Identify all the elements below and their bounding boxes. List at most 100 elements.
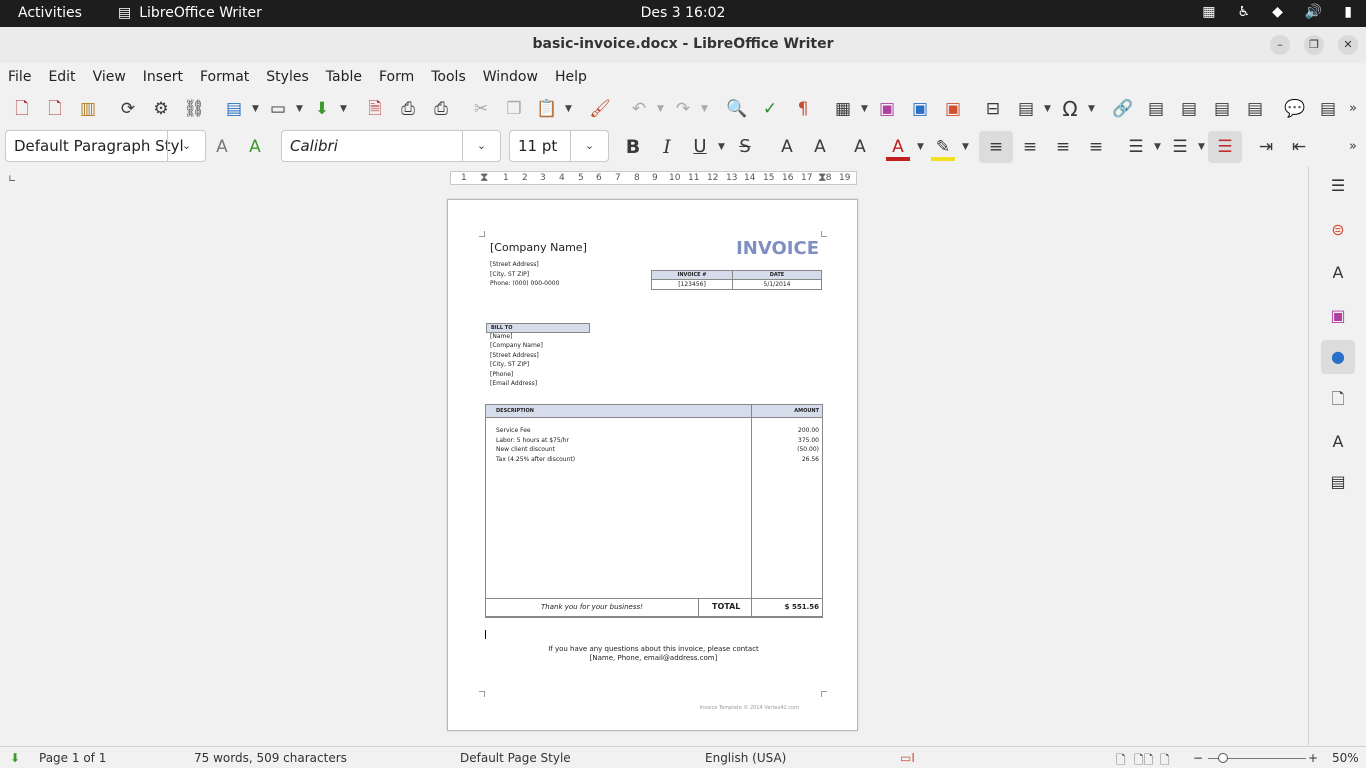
menu-tools[interactable]: Tools — [431, 63, 466, 90]
chevron-down-icon[interactable]: ⌄ — [167, 131, 205, 161]
clock[interactable]: Des 3 16:02 — [0, 5, 1366, 21]
document-page[interactable]: [Company Name] INVOICE [Street Address] … — [447, 199, 858, 731]
insert-textbox-icon[interactable]: ▣ — [941, 98, 965, 120]
bookmark-icon[interactable]: ▤ — [1210, 98, 1234, 120]
comment-icon[interactable]: 💬 — [1283, 98, 1307, 120]
unordered-list-dropdown-icon[interactable]: ▼ — [1154, 136, 1162, 158]
paragraph-style-combo[interactable]: Default Paragraph Styl ⌄ — [5, 130, 206, 162]
bold-icon[interactable]: B — [621, 136, 645, 158]
page-break-icon[interactable]: ⊟ — [981, 98, 1005, 120]
formatting-marks-icon[interactable]: ¶ — [791, 98, 815, 120]
clipboard-icon[interactable]: ▦ — [1202, 4, 1215, 20]
properties-icon[interactable]: ⊜ — [1327, 219, 1349, 241]
menu-form[interactable]: Form — [379, 63, 414, 90]
copy-icon[interactable]: ❐ — [502, 98, 526, 120]
decrease-indent-icon[interactable]: ⇤ — [1287, 136, 1311, 158]
align-center-icon[interactable]: ≡ — [1018, 136, 1042, 158]
italic-icon[interactable]: I — [655, 136, 679, 158]
menu-help[interactable]: Help — [555, 63, 587, 90]
menu-file[interactable]: File — [8, 63, 31, 90]
language[interactable]: English (USA) — [705, 751, 786, 765]
menu-styles[interactable]: Styles — [266, 63, 308, 90]
zoom-level[interactable]: 50% — [1332, 751, 1359, 765]
zoom-in-icon[interactable]: + — [1308, 751, 1318, 765]
insert-table-icon[interactable]: ▦ — [831, 98, 855, 120]
highlight-dropdown-icon[interactable]: ▼ — [962, 136, 970, 158]
page-icon[interactable]: 🗋 — [1327, 388, 1349, 410]
ordered-list-dropdown-icon[interactable]: ▼ — [1198, 136, 1206, 158]
new-icon[interactable]: ▤ — [222, 98, 246, 120]
font-size-combo[interactable]: 11 pt ⌄ — [509, 130, 609, 162]
chevron-down-icon[interactable]: ⌄ — [570, 131, 608, 161]
invoice-number-value[interactable]: [123456] — [652, 281, 732, 288]
menu-view[interactable]: View — [93, 63, 126, 90]
special-character-icon[interactable]: Ω — [1058, 98, 1082, 120]
styles-icon[interactable]: A — [1327, 262, 1349, 284]
undo-icon[interactable]: ↶ — [627, 98, 651, 120]
sidebar-menu-icon[interactable]: ☰ — [1327, 175, 1349, 197]
page-style[interactable]: Default Page Style — [460, 751, 571, 765]
new-style-icon[interactable]: A — [243, 136, 267, 158]
tab-stop-selector-icon[interactable]: ∟ — [8, 174, 16, 185]
menu-window[interactable]: Window — [483, 63, 538, 90]
save-icon[interactable]: ⬇ — [310, 98, 334, 120]
paste-icon[interactable]: 📋 — [535, 98, 559, 120]
clone-formatting-icon[interactable]: 🖌 — [588, 98, 612, 120]
horizontal-ruler[interactable]: 1 1 2 3 4 5 6 7 8 9 10 11 12 13 14 15 16… — [450, 170, 857, 185]
chevron-down-icon[interactable]: ⌄ — [462, 131, 500, 161]
subscript-icon[interactable]: A — [808, 136, 832, 158]
increase-indent-icon[interactable]: ⇥ — [1254, 136, 1278, 158]
open-dropdown-icon[interactable]: ▼ — [296, 98, 304, 120]
page-count[interactable]: Page 1 of 1 — [39, 751, 106, 765]
toolbar-overflow-icon[interactable]: » — [1345, 98, 1361, 120]
export-pdf-icon[interactable]: 🗎 — [363, 98, 387, 120]
paste-dropdown-icon[interactable]: ▼ — [565, 98, 573, 120]
menu-edit[interactable]: Edit — [48, 63, 75, 90]
underline-dropdown-icon[interactable]: ▼ — [718, 136, 726, 158]
underline-icon[interactable]: U — [688, 136, 712, 158]
strikethrough-icon[interactable]: S — [733, 136, 757, 158]
manage-changes-icon[interactable]: ▤ — [1327, 471, 1349, 493]
options-gear-icon[interactable]: ⚙ — [149, 98, 173, 120]
open-remote-icon[interactable]: ▥ — [76, 98, 100, 120]
zoom-out-icon[interactable]: − — [1193, 751, 1203, 765]
endnote-icon[interactable]: ▤ — [1177, 98, 1201, 120]
menu-insert[interactable]: Insert — [143, 63, 183, 90]
outline-list-icon[interactable]: ☰ — [1208, 131, 1242, 163]
align-left-icon[interactable]: ≡ — [979, 131, 1013, 163]
battery-icon[interactable]: ▮ — [1344, 4, 1352, 20]
save-status-icon[interactable]: ⬇ — [10, 751, 20, 765]
multi-page-view-icon[interactable]: 🗋🗋 — [1134, 751, 1153, 768]
clear-formatting-icon[interactable]: A — [848, 136, 872, 158]
insert-mode-icon[interactable]: ▭I — [900, 751, 915, 765]
book-view-icon[interactable]: 🗋 — [1160, 751, 1170, 768]
font-color-dropdown-icon[interactable]: ▼ — [917, 136, 925, 158]
highlight-icon[interactable]: ✎ — [931, 136, 955, 161]
navigator-icon[interactable]: ● — [1321, 340, 1355, 374]
right-indent-marker-icon[interactable]: ⧗ — [818, 170, 826, 185]
new-dropdown-icon[interactable]: ▼ — [252, 98, 260, 120]
single-page-view-icon[interactable]: 🗋 — [1116, 751, 1126, 768]
save-dropdown-icon[interactable]: ▼ — [340, 98, 348, 120]
font-color-icon[interactable]: A — [886, 136, 910, 161]
close-button[interactable]: ✕ — [1338, 35, 1358, 55]
volume-icon[interactable]: 🔊 — [1305, 4, 1322, 20]
align-right-icon[interactable]: ≡ — [1051, 136, 1075, 158]
field-dropdown-icon[interactable]: ▼ — [1044, 98, 1052, 120]
redo-icon[interactable]: ↷ — [671, 98, 695, 120]
open-icon[interactable]: ▭ — [266, 98, 290, 120]
word-count[interactable]: 75 words, 509 characters — [194, 751, 347, 765]
unordered-list-icon[interactable]: ☰ — [1124, 136, 1148, 158]
find-replace-icon[interactable]: 🔍 — [725, 98, 749, 120]
cut-icon[interactable]: ✂ — [469, 98, 493, 120]
undo-dropdown-icon[interactable]: ▼ — [657, 98, 665, 120]
toolbar-overflow-icon[interactable]: » — [1345, 136, 1361, 158]
templates-icon[interactable]: 🗋 — [43, 98, 67, 120]
menu-table[interactable]: Table — [326, 63, 362, 90]
left-indent-marker-icon[interactable]: ⧗ — [480, 170, 488, 185]
spelling-icon[interactable]: ✓ — [758, 98, 782, 120]
print-preview-icon[interactable]: ⎙ — [429, 98, 453, 120]
track-changes-icon[interactable]: ▤ — [1316, 98, 1340, 120]
minimize-button[interactable]: – — [1270, 35, 1290, 55]
zoom-slider-handle[interactable] — [1218, 753, 1228, 763]
